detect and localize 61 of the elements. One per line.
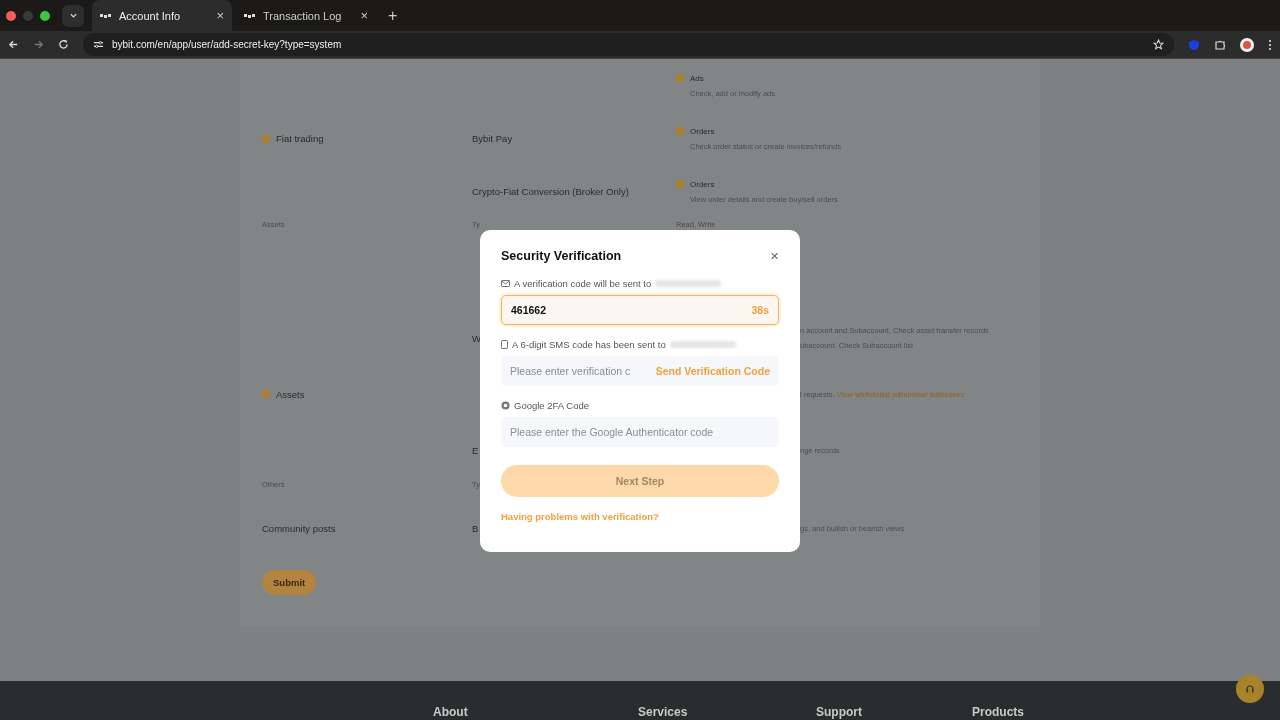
close-window-button[interactable] xyxy=(6,10,16,21)
authenticator-code-field[interactable]: Please enter the Google Authenticator code xyxy=(501,417,779,447)
footer-heading[interactable]: Products xyxy=(972,705,1172,719)
tab-close-button[interactable]: × xyxy=(216,8,224,23)
field-label: A 6-digit SMS code has been sent to xyxy=(512,339,666,350)
field-label: A verification code will be sent to xyxy=(514,278,652,289)
profile-avatar-icon[interactable] xyxy=(1240,37,1254,52)
modal-title: Security Verification xyxy=(501,248,622,263)
maximize-window-button[interactable] xyxy=(40,10,50,21)
new-tab-button[interactable]: + xyxy=(388,6,398,25)
bookmark-star-icon[interactable] xyxy=(1153,39,1164,50)
forward-arrow-icon[interactable] xyxy=(33,39,44,50)
sms-code-input[interactable]: Please enter verification c xyxy=(510,365,656,377)
puzzle-extensions-icon[interactable] xyxy=(1214,38,1226,51)
support-chat-button[interactable] xyxy=(1236,675,1264,703)
headset-icon xyxy=(1245,684,1255,694)
footer-heading[interactable]: Services xyxy=(638,705,816,719)
permission-label: Orders xyxy=(690,179,715,189)
permission-label: Ads xyxy=(690,73,704,83)
checkbox[interactable] xyxy=(676,180,684,188)
product-label: E xyxy=(472,444,479,456)
envelope-icon xyxy=(501,280,510,287)
site-favicon-icon xyxy=(100,12,112,19)
email-code-input[interactable]: 461662 xyxy=(511,304,752,316)
redacted-contact xyxy=(655,280,722,287)
reload-icon[interactable] xyxy=(58,39,69,50)
product-label: Crypto-Fiat Conversion (Broker Only) xyxy=(472,186,629,197)
checkbox[interactable] xyxy=(676,127,684,135)
tab-list-button[interactable] xyxy=(62,4,84,27)
authenticator-icon xyxy=(501,401,510,410)
redacted-contact xyxy=(669,341,736,348)
submit-button[interactable]: Submit xyxy=(262,570,317,595)
checkbox[interactable] xyxy=(262,390,270,398)
countdown-timer: 38s xyxy=(751,304,769,316)
permission-group-label: Assets xyxy=(276,388,305,400)
field-label: Google 2FA Code xyxy=(514,400,589,411)
tab-title: Transaction Log xyxy=(263,9,343,22)
browser-tab[interactable]: Transaction Log × xyxy=(236,0,376,31)
phone-icon xyxy=(501,340,508,349)
authenticator-code-input[interactable]: Please enter the Google Authenticator code xyxy=(510,426,770,438)
footer-heading[interactable]: About xyxy=(433,705,638,719)
tab-close-button[interactable]: × xyxy=(360,8,368,23)
checkbox[interactable] xyxy=(262,134,270,143)
email-code-field[interactable]: 461662 38s xyxy=(501,295,779,325)
more-menu-icon[interactable] xyxy=(1268,38,1272,51)
chevron-down-icon xyxy=(68,11,78,20)
address-bar[interactable]: bybit.com/en/app/user/add-secret-key?type=system xyxy=(83,33,1174,56)
close-button[interactable]: × xyxy=(770,247,779,264)
browser-tab[interactable]: Account Info × xyxy=(92,0,232,31)
site-settings-icon xyxy=(93,39,104,50)
back-arrow-icon[interactable] xyxy=(8,39,19,50)
permission-group-label: Community posts xyxy=(262,522,336,534)
site-favicon-icon xyxy=(244,12,256,19)
checkbox[interactable] xyxy=(676,74,684,82)
url-text: bybit.com/en/app/user/add-secret-key?type=system xyxy=(112,39,343,50)
product-label: Bybit Pay xyxy=(472,133,513,144)
product-label: B xyxy=(472,522,479,534)
footer-heading[interactable]: Support xyxy=(816,705,972,719)
tab-title: Account Info xyxy=(119,9,182,22)
permission-group-label: Fiat trading xyxy=(276,133,324,144)
permission-label: Orders xyxy=(690,126,715,136)
